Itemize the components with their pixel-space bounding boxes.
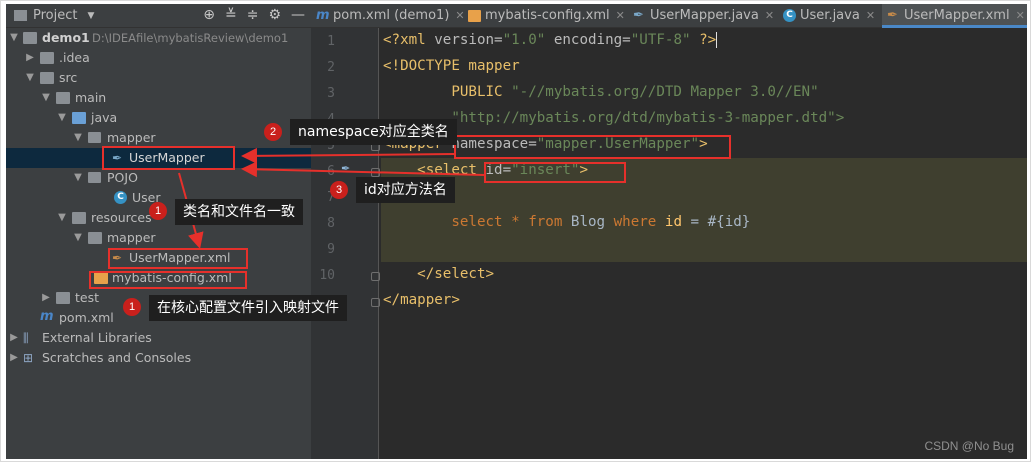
screenshot-frame: Project ▼ ⊕ ≚ ≑ ⚙ — ▼ demo1 D:\IDEAfile\…: [0, 0, 1031, 462]
annotation-badge: 3: [330, 181, 348, 199]
arrow-namespace: [241, 147, 455, 164]
annotation-namespace: namespace对应全类名: [290, 119, 457, 145]
annotation-file-name: 类名和文件名一致: [175, 199, 303, 225]
annotation-config: 在核心配置文件引入映射文件: [149, 295, 347, 321]
annotation-badge: 1: [149, 202, 167, 220]
arrow-method-id: [241, 161, 485, 178]
annotation-badge: 1: [123, 298, 141, 316]
annotation-arrows: [178, 147, 485, 249]
watermark: CSDN @No Bug: [924, 439, 1014, 453]
annotation-method-id: id对应方法名: [356, 177, 455, 203]
annotation-badge: 2: [264, 123, 282, 141]
